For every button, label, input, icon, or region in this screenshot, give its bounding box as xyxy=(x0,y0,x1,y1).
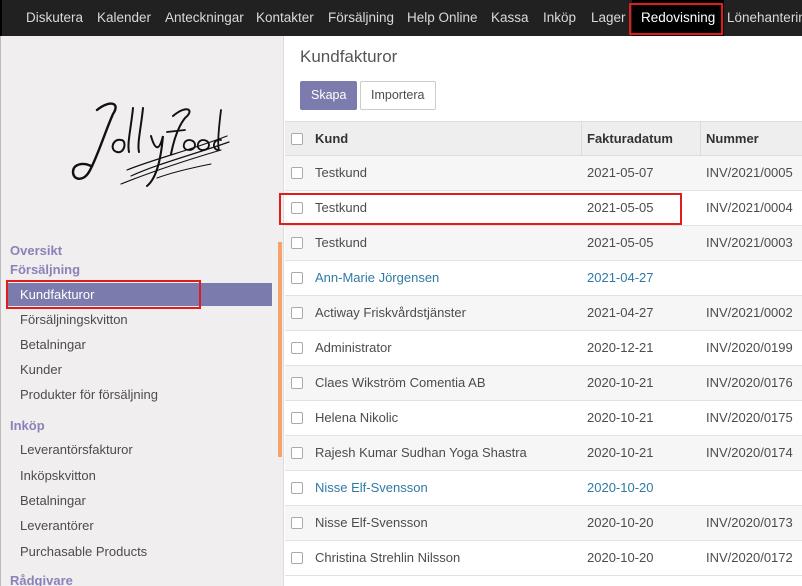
row-checkbox[interactable] xyxy=(291,377,303,389)
column-divider xyxy=(700,122,701,156)
sidebar-heading-inkop[interactable]: Inköp xyxy=(10,418,45,433)
cell-kund: Nisse Elf-Svensson xyxy=(315,480,428,495)
import-button[interactable]: Importera xyxy=(360,81,436,110)
row-checkbox[interactable] xyxy=(291,237,303,249)
cell-nummer: INV/2021/0005 xyxy=(706,165,793,180)
top-navbar: Diskutera Kalender Anteckningar Kontakte… xyxy=(0,0,802,36)
nav-item-help-online[interactable]: Help Online xyxy=(407,0,478,36)
cell-nummer: INV/2020/0172 xyxy=(706,550,793,565)
cell-fakturadatum: 2021-05-05 xyxy=(587,200,654,215)
row-checkbox[interactable] xyxy=(291,272,303,284)
cell-kund: Rajesh Kumar Sudhan Yoga Shastra xyxy=(315,445,527,460)
nav-item-kontakter[interactable]: Kontakter xyxy=(256,0,314,36)
cell-fakturadatum: 2020-10-21 xyxy=(587,445,654,460)
row-checkbox[interactable] xyxy=(291,167,303,179)
cell-fakturadatum: 2020-10-21 xyxy=(587,375,654,390)
cell-nummer: INV/2020/0176 xyxy=(706,375,793,390)
cell-fakturadatum: 2020-10-20 xyxy=(587,550,654,565)
main-content: Kundfakturor Skapa Importera Kund Faktur… xyxy=(285,36,802,586)
row-checkbox[interactable] xyxy=(291,517,303,529)
table-row[interactable]: Nisse Elf-Svensson 2020-10-20 INV/2020/0… xyxy=(285,506,802,541)
cell-fakturadatum: 2021-04-27 xyxy=(587,270,654,285)
nav-item-inkop[interactable]: Inköp xyxy=(543,0,576,36)
sidebar-item-kunder[interactable]: Kunder xyxy=(8,358,272,381)
table-row[interactable]: Rajesh Kumar Sudhan Yoga Shastra 2020-10… xyxy=(285,436,802,471)
nav-item-kalender[interactable]: Kalender xyxy=(97,0,151,36)
row-checkbox[interactable] xyxy=(291,202,303,214)
sidebar-item-betalningar-forsaljning[interactable]: Betalningar xyxy=(8,333,272,356)
table-row[interactable]: Administrator 2020-12-21 INV/2020/0199 xyxy=(285,331,802,366)
cell-kund: Administrator xyxy=(315,340,392,355)
sidebar-item-produkter-for-forsaljning[interactable]: Produkter för försäljning xyxy=(8,383,272,406)
cell-kund: Helena Nikolic xyxy=(315,410,399,425)
create-button[interactable]: Skapa xyxy=(300,81,358,110)
cell-fakturadatum: 2021-05-07 xyxy=(587,165,654,180)
cell-nummer: INV/2020/0199 xyxy=(706,340,793,355)
nav-item-kassa[interactable]: Kassa xyxy=(491,0,529,36)
cell-fakturadatum: 2021-05-05 xyxy=(587,235,654,250)
cell-kund: Testkund xyxy=(315,200,368,215)
table-row[interactable]: Testkund 2021-05-05 INV/2021/0003 xyxy=(285,226,802,261)
cell-kund: Claes Wikström Comentia AB xyxy=(315,375,486,390)
sidebar-heading-oversikt[interactable]: Oversikt xyxy=(10,243,62,258)
scroll-indicator xyxy=(278,242,282,457)
cell-fakturadatum: 2021-04-27 xyxy=(587,305,654,320)
cell-kund: Ann-Marie Jörgensen xyxy=(315,270,440,285)
cell-fakturadatum: 2020-12-21 xyxy=(587,340,654,355)
cell-nummer: INV/2021/0003 xyxy=(706,235,793,250)
sidebar-item-betalningar-inkop[interactable]: Betalningar xyxy=(8,489,272,512)
cell-fakturadatum: 2020-10-20 xyxy=(587,515,654,530)
page-title: Kundfakturor xyxy=(300,47,398,66)
table-row[interactable]: Helena Nikolic 2020-10-21 INV/2020/0175 xyxy=(285,401,802,436)
nav-item-lager[interactable]: Lager xyxy=(591,0,626,36)
cell-nummer: INV/2020/0174 xyxy=(706,445,793,460)
sidebar-heading-radgivare[interactable]: Rådgivare xyxy=(10,573,73,586)
sidebar-item-forsaljningskvitton[interactable]: Försäljningskvitton xyxy=(8,308,272,331)
cell-kund: Testkund xyxy=(315,165,368,180)
row-checkbox[interactable] xyxy=(291,552,303,564)
company-logo xyxy=(71,102,230,187)
sidebar-item-leverantorsfakturor[interactable]: Leverantörsfakturor xyxy=(8,438,272,461)
cell-kund: Christina Strehlin Nilsson xyxy=(315,550,461,565)
cell-fakturadatum: 2020-10-21 xyxy=(587,410,654,425)
sidebar-item-leverantorer[interactable]: Leverantörer xyxy=(8,514,272,537)
row-checkbox[interactable] xyxy=(291,412,303,424)
table-row[interactable]: Nisse Elf-Svensson 2020-10-20 xyxy=(285,471,802,506)
select-all-checkbox[interactable] xyxy=(291,133,303,145)
cell-nummer: INV/2021/0002 xyxy=(706,305,793,320)
table-row[interactable]: Claes Wikström Comentia AB 2020-10-21 IN… xyxy=(285,366,802,401)
table-header: Kund Fakturadatum Nummer xyxy=(285,121,802,156)
table-row[interactable]: Ann-Marie Jörgensen 2021-04-27 xyxy=(285,261,802,296)
sidebar-item-purchasable-products[interactable]: Purchasable Products xyxy=(8,540,272,563)
nav-item-forsaljning[interactable]: Försäljning xyxy=(328,0,394,36)
row-checkbox[interactable] xyxy=(291,482,303,494)
nav-item-diskutera[interactable]: Diskutera xyxy=(26,0,83,36)
table-row[interactable]: Christina Strehlin Nilsson 2020-10-20 IN… xyxy=(285,541,802,576)
sidebar-item-inkopskvitton[interactable]: Inköpskvitton xyxy=(8,464,272,487)
sidebar-heading-forsaljning[interactable]: Försäljning xyxy=(10,262,80,277)
column-header-kund[interactable]: Kund xyxy=(315,122,348,156)
nav-item-lonehantering[interactable]: Lönehantering xyxy=(727,0,802,36)
cell-nummer: INV/2020/0173 xyxy=(706,515,793,530)
cell-fakturadatum: 2020-10-20 xyxy=(587,480,654,495)
sidebar: Oversikt Försäljning Kundfakturor Försäl… xyxy=(0,36,284,586)
cell-kund: Nisse Elf-Svensson xyxy=(315,515,428,530)
cell-nummer: INV/2020/0175 xyxy=(706,410,793,425)
cell-kund: Testkund xyxy=(315,235,368,250)
cell-nummer: INV/2021/0004 xyxy=(706,200,793,215)
row-checkbox[interactable] xyxy=(291,342,303,354)
nav-item-anteckningar[interactable]: Anteckningar xyxy=(165,0,244,36)
column-divider xyxy=(581,122,582,156)
row-checkbox[interactable] xyxy=(291,447,303,459)
table-row[interactable]: Testkund 2021-05-07 INV/2021/0005 xyxy=(285,156,802,191)
table-row[interactable]: Actiway Friskvårdstjänster 2021-04-27 IN… xyxy=(285,296,802,331)
row-checkbox[interactable] xyxy=(291,307,303,319)
table-row[interactable]: Testkund 2021-05-05 INV/2021/0004 xyxy=(285,191,802,226)
nav-item-redovisning[interactable]: Redovisning xyxy=(632,0,725,36)
cell-kund: Actiway Friskvårdstjänster xyxy=(315,305,466,320)
sidebar-item-kundfakturor[interactable]: Kundfakturor xyxy=(8,283,272,306)
column-header-nummer[interactable]: Nummer xyxy=(706,122,759,156)
column-header-fakturadatum[interactable]: Fakturadatum xyxy=(587,122,673,156)
